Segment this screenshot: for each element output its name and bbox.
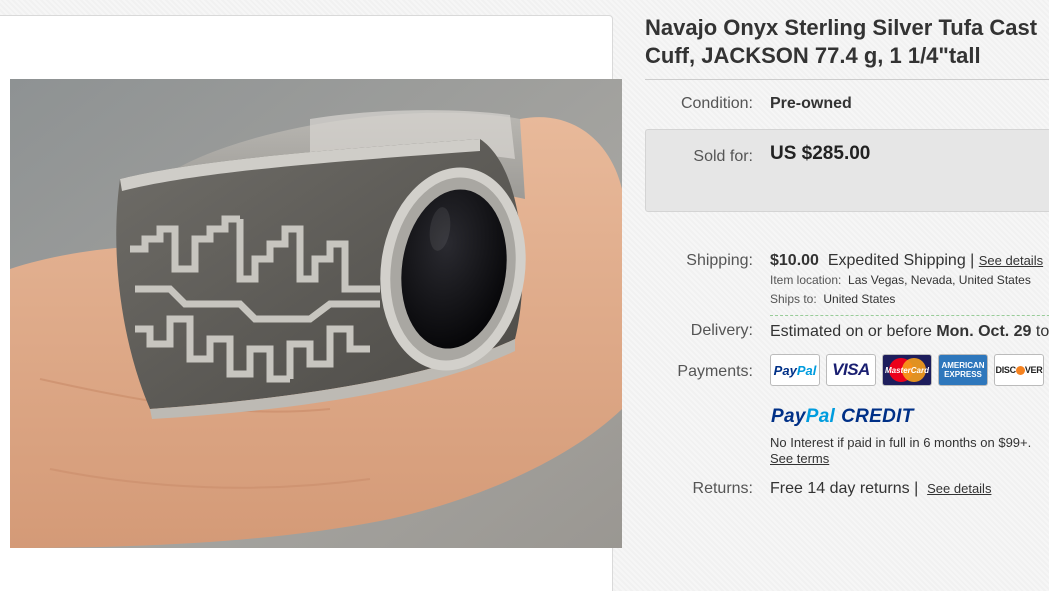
shipping-see-details-link[interactable]: See details	[979, 253, 1043, 268]
returns-info: Free 14 day returns | See details	[770, 480, 991, 498]
delivery-prefix: Estimated on or before	[770, 323, 932, 340]
item-location: Item location: Las Vegas, Nevada, United…	[770, 273, 1031, 287]
product-image[interactable]	[10, 79, 622, 548]
delivery-date: Mon. Oct. 29	[936, 323, 1032, 340]
paypal-card-icon: Pay Pal	[770, 354, 820, 386]
sold-price-box	[645, 129, 1049, 212]
title-line-1: Navajo Onyx Sterling Silver Tufa Cast	[645, 15, 1038, 40]
ships-to-value: United States	[823, 292, 896, 306]
shipping-info: $10.00 Expedited Shipping | See details	[770, 252, 1043, 270]
payments-label: Payments:	[677, 363, 753, 380]
sold-label: Sold for:	[693, 148, 753, 165]
title-divider	[645, 79, 1049, 80]
sold-price: US $285.00	[770, 143, 871, 164]
item-location-value: Las Vegas, Nevada, United States	[848, 273, 1031, 287]
discover-card-icon: DISC VER	[994, 354, 1044, 386]
condition-label: Condition:	[680, 95, 753, 112]
shipping-cost: $10.00	[770, 252, 819, 269]
shipping-divider	[770, 315, 1049, 316]
condition-value: Pre-owned	[770, 95, 852, 112]
delivery-suffix: to	[1035, 323, 1049, 340]
listing-title: Navajo Onyx Sterling Silver Tufa Cast Cu…	[645, 14, 1049, 70]
shipping-method: Expedited Shipping |	[827, 252, 975, 269]
mastercard-icon: MasterCard	[882, 354, 932, 386]
shipping-label: Shipping:	[686, 252, 753, 269]
title-line-2: Cuff, JACKSON 77.4 g, 1 1/4"tall	[645, 43, 981, 68]
item-location-label: Item location:	[770, 273, 842, 287]
returns-value: Free 14 day returns |	[770, 480, 919, 497]
see-terms-link[interactable]: See terms	[770, 451, 829, 466]
returns-label: Returns:	[692, 480, 753, 497]
payment-methods: Pay Pal VISA MasterCard AMERICAN EXPRESS D…	[770, 354, 1044, 386]
bracelet-photo	[10, 79, 622, 548]
delivery-estimate: Estimated on or before Mon. Oct. 29 to	[770, 323, 1049, 341]
ships-to: Ships to: United States	[770, 292, 895, 306]
visa-card-icon: VISA	[826, 354, 876, 386]
amex-card-icon: AMERICAN EXPRESS	[938, 354, 988, 386]
credit-terms: No Interest if paid in full in 6 months …	[770, 435, 1032, 450]
delivery-label: Delivery:	[690, 322, 753, 339]
ships-to-label: Ships to:	[770, 292, 817, 306]
paypal-credit-logo: PayPal CREDIT	[771, 406, 914, 427]
returns-see-details-link[interactable]: See details	[927, 481, 991, 496]
